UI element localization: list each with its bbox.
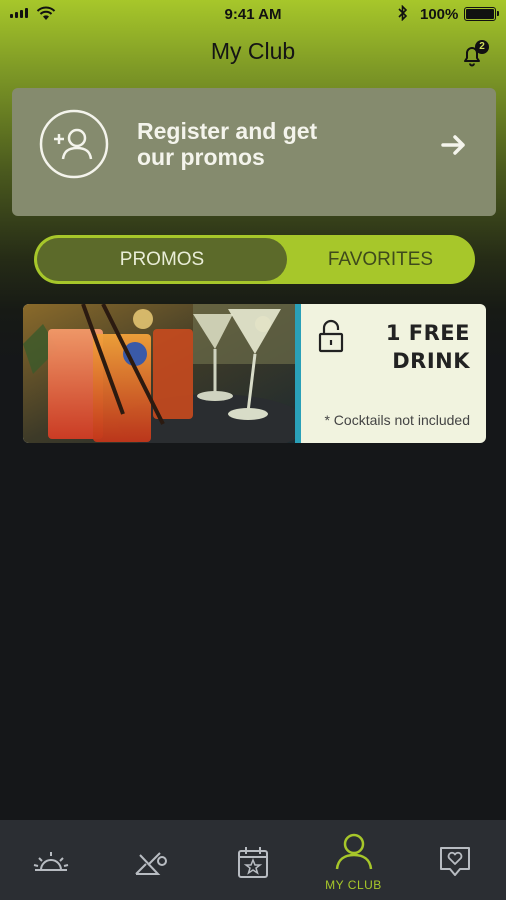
register-text: Register and get our promos <box>137 118 397 170</box>
tab-favorites[interactable]: FAVORITES <box>289 238 472 281</box>
register-line2: our promos <box>137 144 265 170</box>
tab-bar-item-calendar[interactable] <box>202 820 303 900</box>
calendar-star-icon <box>237 847 268 878</box>
user-icon <box>335 833 372 870</box>
wellness-icon <box>134 852 167 875</box>
register-card[interactable]: Register and get our promos <box>12 88 496 216</box>
tab-bar-item-sunrise[interactable] <box>0 820 101 900</box>
promo-offer-line2: DRINK <box>392 349 470 373</box>
add-user-icon <box>39 109 109 179</box>
battery-icon <box>464 7 499 21</box>
notifications-button[interactable]: 2 <box>460 40 489 68</box>
promo-info: 1 FREE DRINK * Cocktails not included <box>301 304 486 443</box>
promo-offer: 1 FREE DRINK <box>340 319 470 375</box>
register-line1: Register and get <box>137 118 318 144</box>
arrow-right-icon <box>441 135 465 155</box>
promo-favorites-tabs: PROMOS FAVORITES <box>34 235 475 284</box>
promo-note: * Cocktails not included <box>324 412 470 428</box>
promo-card[interactable]: 1 FREE DRINK * Cocktails not included <box>23 304 486 443</box>
battery-percent: 100% <box>420 6 459 23</box>
tab-promos[interactable]: PROMOS <box>37 238 287 281</box>
tab-bar-label-my-club: MY CLUB <box>325 878 382 892</box>
status-bar: 9:41 AM 100% <box>0 0 506 30</box>
tab-bar-item-my-club[interactable]: MY CLUB <box>303 820 404 900</box>
page-title: My Club <box>210 38 296 64</box>
bottom-tab-bar: MY CLUB <box>0 820 506 900</box>
heart-chat-icon <box>439 847 470 876</box>
tab-bar-item-wellness[interactable] <box>101 820 202 900</box>
notification-badge: 2 <box>475 40 489 54</box>
bluetooth-icon <box>398 4 408 24</box>
tab-bar-item-favorites[interactable] <box>404 820 505 900</box>
promo-offer-line1: 1 FREE <box>385 321 470 345</box>
sunrise-icon <box>33 852 68 871</box>
cocktails-photo <box>23 304 301 443</box>
